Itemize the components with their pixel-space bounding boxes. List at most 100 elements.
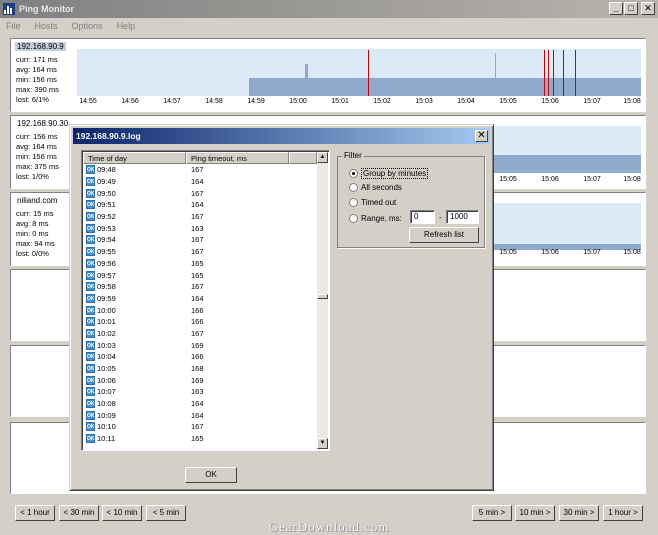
column-header-empty: [289, 152, 317, 164]
tick-label: 15:08: [623, 176, 641, 183]
timeout-value: 167: [191, 188, 204, 198]
list-header: Time of day Ping timeout, ms: [83, 152, 317, 164]
column-header-time[interactable]: Time of day: [83, 152, 186, 164]
list-item[interactable]: OK 09:48 167: [83, 164, 317, 176]
scroll-thumb[interactable]: [317, 294, 328, 299]
timeout-value: 167: [191, 282, 204, 292]
list-item[interactable]: OK 09:58 167: [83, 281, 317, 293]
list-item[interactable]: OK 10:06 169: [83, 374, 317, 386]
radio-label: Timed out: [361, 198, 397, 207]
list-item[interactable]: OK 10:04 166: [83, 351, 317, 363]
minimize-button[interactable]: _: [609, 2, 623, 15]
close-window-button[interactable]: ✕: [641, 2, 655, 15]
range-from-input[interactable]: 0: [410, 210, 435, 224]
stat-min: min: 156 ms: [16, 75, 57, 84]
list-item[interactable]: OK 10:10 167: [83, 421, 317, 433]
time-value: 10:07: [97, 387, 116, 397]
timeout-value: 169: [191, 375, 204, 385]
list-item[interactable]: OK 10:01 166: [83, 316, 317, 328]
column-header-timeout[interactable]: Ping timeout, ms: [186, 152, 289, 164]
list-item[interactable]: OK 10:02 167: [83, 328, 317, 340]
time-cell: OK 10:09: [83, 410, 186, 420]
host-stats: curr: 156 ms avg: 164 ms min: 156 ms max…: [16, 132, 59, 182]
radio-button[interactable]: [349, 214, 358, 223]
scroll-up-button[interactable]: ▲: [317, 152, 328, 163]
list-item[interactable]: OK 09:52 167: [83, 211, 317, 223]
host-name[interactable]: niliand.com: [15, 196, 59, 205]
ping-graph: [77, 49, 641, 96]
refresh-list-button[interactable]: Refresh list: [409, 227, 479, 243]
list-rows: OK 09:48 167 OK 09:49 164 OK 09:50 167 OK 09:51 164…: [83, 164, 317, 445]
time-cell: OK 09:59: [83, 293, 186, 303]
time-cell: OK 10:05: [83, 364, 186, 374]
scroll-down-button[interactable]: ▼: [317, 438, 328, 449]
time-value: 10:05: [97, 364, 116, 374]
tick-label: 15:05: [499, 176, 517, 183]
host-name[interactable]: 192.168.90.9: [15, 42, 66, 51]
stat-curr: curr: 15 ms: [16, 209, 54, 218]
log-list[interactable]: Time of day Ping timeout, ms OK 09:48 167 O…: [81, 150, 330, 451]
list-item[interactable]: OK 10:05 168: [83, 363, 317, 375]
menu-help[interactable]: Help: [117, 21, 136, 31]
list-item[interactable]: OK 10:08 164: [83, 398, 317, 410]
time-cell: OK 09:57: [83, 270, 186, 280]
time-value: 09:58: [97, 282, 116, 292]
radio-button[interactable]: [349, 198, 358, 207]
host-name[interactable]: 192.168.90.30: [15, 119, 70, 128]
tick-label: 15:07: [583, 98, 601, 105]
menu-hosts[interactable]: Hosts: [35, 21, 58, 31]
list-item[interactable]: OK 10:03 169: [83, 339, 317, 351]
time-cell: OK 09:51: [83, 200, 186, 210]
range-to-input[interactable]: 1000: [446, 210, 479, 224]
radio-button[interactable]: [349, 183, 358, 192]
filter-group-label: Filter: [342, 151, 364, 160]
list-item[interactable]: OK 09:56 165: [83, 258, 317, 270]
ok-status-icon: OK: [86, 387, 95, 397]
list-item[interactable]: OK 09:54 167: [83, 234, 317, 246]
list-item[interactable]: OK 10:00 166: [83, 304, 317, 316]
vertical-scrollbar[interactable]: ▲ ▼: [317, 152, 328, 449]
list-item[interactable]: OK 09:49 164: [83, 176, 317, 188]
ok-status-icon: OK: [86, 270, 95, 280]
timeout-value: 166: [191, 352, 204, 362]
list-item[interactable]: OK 09:57 165: [83, 269, 317, 281]
host-panel[interactable]: 192.168.90.9 curr: 171 ms avg: 164 ms mi…: [10, 38, 646, 112]
menu-options[interactable]: Options: [72, 21, 103, 31]
radio-all-seconds[interactable]: All seconds: [349, 183, 402, 192]
dialog-title: 192.168.90.9.log: [76, 131, 141, 141]
list-item[interactable]: OK 09:55 167: [83, 246, 317, 258]
list-item[interactable]: OK 09:59 164: [83, 293, 317, 305]
ok-status-icon: OK: [86, 340, 95, 350]
list-item[interactable]: OK 09:50 167: [83, 187, 317, 199]
range-separator: -: [439, 213, 442, 222]
time-value: 09:56: [97, 258, 116, 268]
list-item[interactable]: OK 10:09 164: [83, 409, 317, 421]
time-value: 10:00: [97, 305, 116, 315]
radio-button-checked[interactable]: [349, 169, 358, 178]
time-value: 09:59: [97, 293, 116, 303]
stat-lost: lost: 0/0%: [16, 249, 49, 258]
time-value: 10:11: [97, 434, 116, 444]
list-item[interactable]: OK 09:51 164: [83, 199, 317, 211]
radio-group-by-minutes[interactable]: Group by minutes: [349, 168, 429, 179]
time-value: 10:01: [97, 317, 116, 327]
ok-button[interactable]: OK: [185, 467, 237, 483]
menu-file[interactable]: File: [6, 21, 21, 31]
list-item[interactable]: OK 10:07 163: [83, 386, 317, 398]
time-value: 10:03: [97, 340, 116, 350]
time-cell: OK 09:49: [83, 177, 186, 187]
timeout-value: 167: [191, 165, 204, 175]
stat-avg: avg: 164 ms: [16, 142, 57, 151]
ok-status-icon: OK: [86, 293, 95, 303]
radio-timed-out[interactable]: Timed out: [349, 198, 396, 207]
maximize-button[interactable]: □: [624, 2, 638, 15]
dialog-close-button[interactable]: ✕: [475, 130, 488, 142]
timeout-value: 169: [191, 340, 204, 350]
list-item[interactable]: OK 10:11 165: [83, 433, 317, 445]
stat-max: max: 390 ms: [16, 85, 59, 94]
list-item[interactable]: OK 09:53 163: [83, 222, 317, 234]
ok-status-icon: OK: [86, 235, 95, 245]
timeout-value: 165: [191, 258, 204, 268]
radio-range[interactable]: Range, ms:: [349, 214, 402, 223]
ok-status-icon: OK: [86, 410, 95, 420]
